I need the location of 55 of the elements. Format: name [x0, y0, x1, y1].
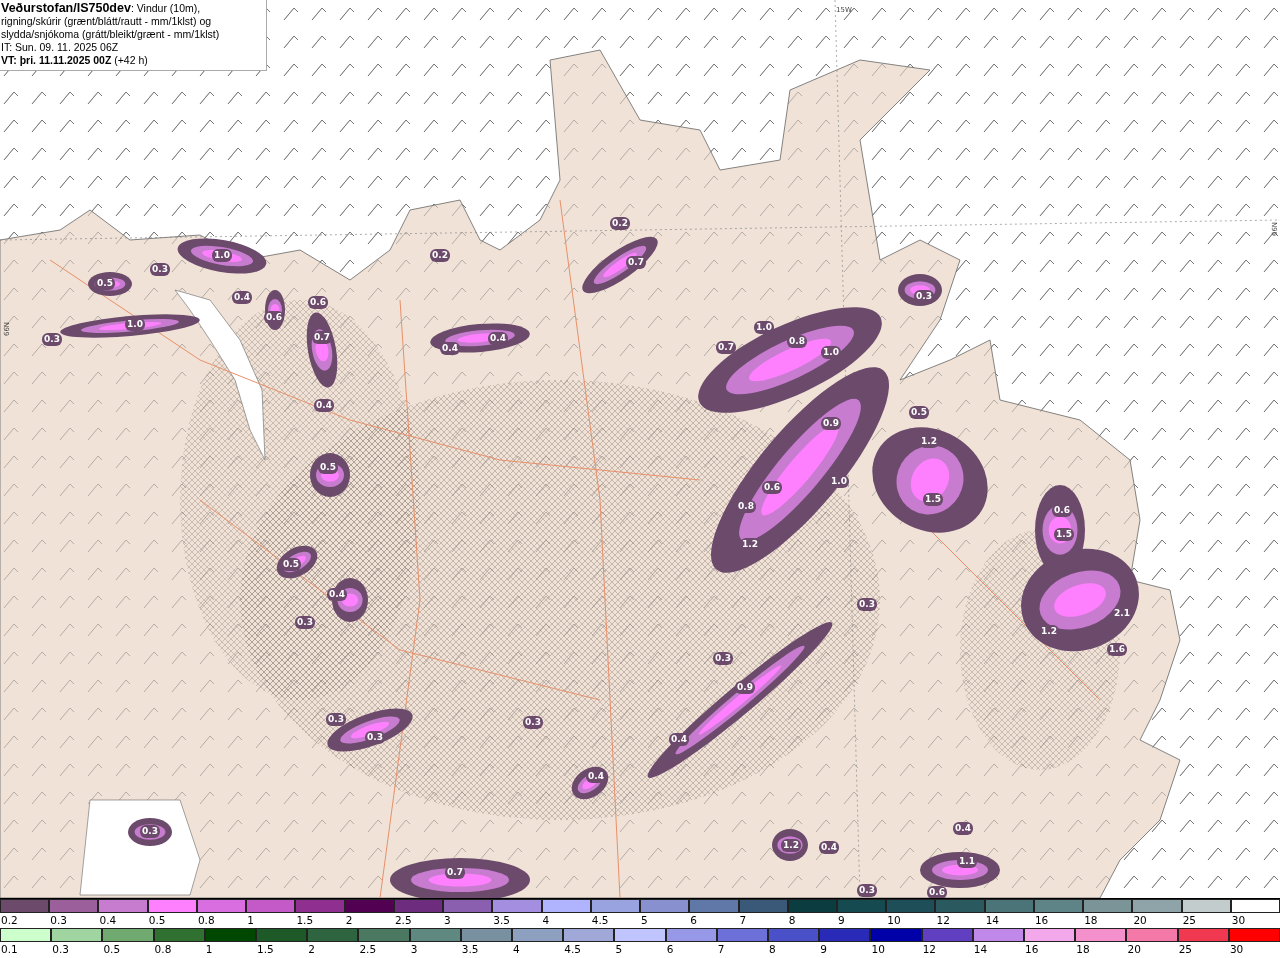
- legend-label: 4: [541, 913, 551, 928]
- legend-label: 5: [614, 942, 624, 957]
- legend-label: 1.5: [256, 942, 275, 957]
- map-description: Veðurstofan/IS750dev: Vindur (10m), rigning/skúrir (grænt/blátt/rautt - mm/1klst) og slydda/snjókoma (grátt/bleikt/grænt - mm/1klst): [1, 2, 221, 41]
- legend-label: 0.5: [102, 942, 122, 957]
- legend-label: 0.4: [98, 913, 118, 928]
- legend-label: 7: [738, 913, 748, 928]
- legend-label: 1.5: [295, 913, 315, 928]
- issue-time: IT: Sun. 09. 11. 2025 06Z: [1, 41, 120, 54]
- legend-label: 4.5: [563, 942, 582, 957]
- legend-label: 10: [870, 942, 886, 957]
- legend-label: 6: [689, 913, 698, 928]
- legend-label: 3.5: [460, 942, 480, 957]
- legend-label: 0.8: [153, 942, 173, 957]
- legend-label: 2.5: [393, 913, 413, 928]
- legend-label: 30: [1228, 942, 1245, 957]
- legend-label: 25: [1181, 913, 1197, 928]
- legend-label: 9: [837, 913, 846, 928]
- legend-label: 0.2: [0, 913, 19, 928]
- legend-label: 18: [1083, 913, 1099, 928]
- legend-label: 0.3: [49, 913, 68, 928]
- legend-label: 2: [344, 913, 354, 928]
- valid-time: VT: þri. 11.11.2025 00Z (+42 h): [1, 54, 149, 67]
- legend-label: 2.5: [358, 942, 378, 957]
- legend-label: 20: [1126, 942, 1142, 957]
- legend-label: 9: [819, 942, 828, 957]
- legend-label: 12: [935, 913, 951, 928]
- value-label: 0.6: [927, 886, 947, 898]
- legend-label: 3: [409, 942, 419, 957]
- legend-label: 18: [1075, 942, 1091, 957]
- legend-label: 14: [984, 913, 1001, 928]
- legend-label: 0.3: [51, 942, 70, 957]
- legend-label: 0.1: [0, 942, 19, 957]
- legend-label: 4: [512, 942, 521, 957]
- legend-label: 8: [768, 942, 777, 957]
- legend-label: 3: [443, 913, 452, 928]
- legend-label: 4.5: [590, 913, 610, 928]
- legend-label: 3.5: [492, 913, 512, 928]
- legend-label: 25: [1177, 942, 1194, 957]
- legend-label: 0.5: [147, 913, 167, 928]
- legend-label: 1: [204, 942, 214, 957]
- legend-label: 16: [1033, 913, 1050, 928]
- legend-label: 7: [716, 942, 726, 957]
- legend-label: 10: [886, 913, 902, 928]
- legend-label: 5: [640, 913, 649, 928]
- legend-label: 30: [1230, 913, 1247, 928]
- legend-label: 20: [1132, 913, 1148, 928]
- legend-label: 16: [1024, 942, 1040, 957]
- legend-label: 14: [972, 942, 989, 957]
- legend-label: 12: [921, 942, 938, 957]
- legend-label: 6: [665, 942, 675, 957]
- legend-label: 8: [787, 913, 797, 928]
- legend-label: 0.8: [196, 913, 216, 928]
- legend-label: 1: [246, 913, 255, 928]
- legend-label: 2: [307, 942, 316, 957]
